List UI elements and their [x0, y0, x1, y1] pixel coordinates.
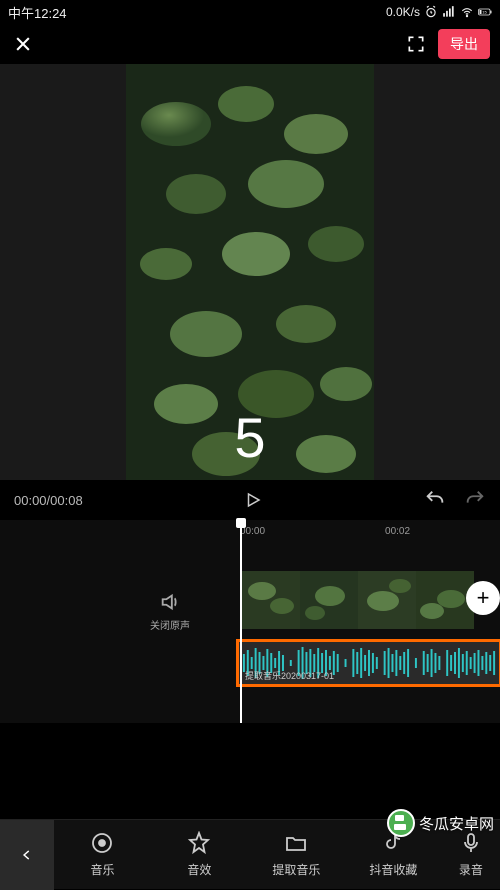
- net-speed: 0.0K/s: [386, 5, 420, 19]
- status-right: 0.0K/s 15: [386, 5, 492, 19]
- tool-label: 音乐: [90, 861, 114, 878]
- top-bar: 导出: [0, 24, 500, 64]
- chevron-left-icon: [20, 845, 34, 865]
- mute-original-button[interactable]: 关闭原声: [150, 591, 190, 632]
- redo-icon: [464, 488, 486, 510]
- battery-icon: 15: [478, 5, 492, 19]
- video-track[interactable]: [242, 571, 474, 629]
- plus-icon: +: [477, 585, 490, 611]
- tool-label: 抖音收藏: [369, 861, 417, 878]
- play-button[interactable]: [83, 491, 424, 509]
- mute-label: 关闭原声: [150, 617, 190, 632]
- export-button[interactable]: 导出: [438, 29, 490, 59]
- music-icon: [90, 831, 114, 855]
- track-area: 关闭原声 + 提取音乐20200317-01: [0, 543, 500, 723]
- fullscreen-icon: [406, 34, 426, 54]
- audio-clip-label: 提取音乐20200317-01: [245, 669, 334, 682]
- audio-clip[interactable]: 提取音乐20200317-01: [236, 639, 500, 687]
- status-bar: 中午12:24 0.0K/s 15: [0, 0, 500, 24]
- status-time: 中午12:24: [8, 3, 67, 22]
- ruler-tick: 00:02: [385, 526, 410, 537]
- tool-label: 提取音乐: [272, 861, 320, 878]
- folder-icon: [284, 831, 308, 855]
- playback-controls: 00:00/00:08: [0, 480, 500, 520]
- fullscreen-button[interactable]: [404, 32, 428, 56]
- tool-label: 音效: [187, 861, 211, 878]
- preview-area[interactable]: 5: [0, 64, 500, 480]
- wifi-icon: [460, 5, 474, 19]
- signal-icon: [442, 5, 456, 19]
- tool-music[interactable]: 音乐: [54, 831, 151, 878]
- alarm-icon: [424, 5, 438, 19]
- close-button[interactable]: [10, 31, 36, 57]
- undo-icon: [424, 488, 446, 510]
- back-button[interactable]: [0, 820, 54, 890]
- add-clip-button[interactable]: +: [466, 581, 500, 615]
- time-display: 00:00/00:08: [14, 493, 83, 508]
- video-thumbnail: [242, 571, 300, 629]
- total-time: 00:08: [50, 493, 83, 508]
- undo-button[interactable]: [424, 488, 446, 513]
- speaker-icon: [159, 591, 181, 613]
- video-thumbnail: [358, 571, 416, 629]
- play-icon: [244, 491, 262, 509]
- redo-button[interactable]: [464, 488, 486, 513]
- playhead[interactable]: [240, 520, 242, 723]
- tool-douyin-fav[interactable]: 抖音收藏: [345, 831, 442, 878]
- preview-frame: 5: [126, 64, 374, 480]
- svg-text:15: 15: [482, 10, 487, 15]
- tool-sound-effect[interactable]: 音效: [151, 831, 248, 878]
- watermark-text: 冬瓜安卓网: [419, 813, 494, 834]
- countdown-number: 5: [234, 405, 265, 470]
- current-time: 00:00: [14, 493, 47, 508]
- tool-label: 录音: [459, 861, 483, 878]
- tool-record[interactable]: 录音: [442, 831, 500, 878]
- close-icon: [13, 34, 33, 54]
- star-icon: [187, 831, 211, 855]
- tool-extract-music[interactable]: 提取音乐: [248, 831, 345, 878]
- watermark: 冬瓜安卓网: [387, 809, 494, 837]
- watermark-logo-icon: [387, 809, 415, 837]
- timeline[interactable]: 00:00 00:02 关闭原声 + 提取音乐20200317-01: [0, 520, 500, 723]
- timeline-ruler: 00:00 00:02: [0, 520, 500, 543]
- video-thumbnail: [300, 571, 358, 629]
